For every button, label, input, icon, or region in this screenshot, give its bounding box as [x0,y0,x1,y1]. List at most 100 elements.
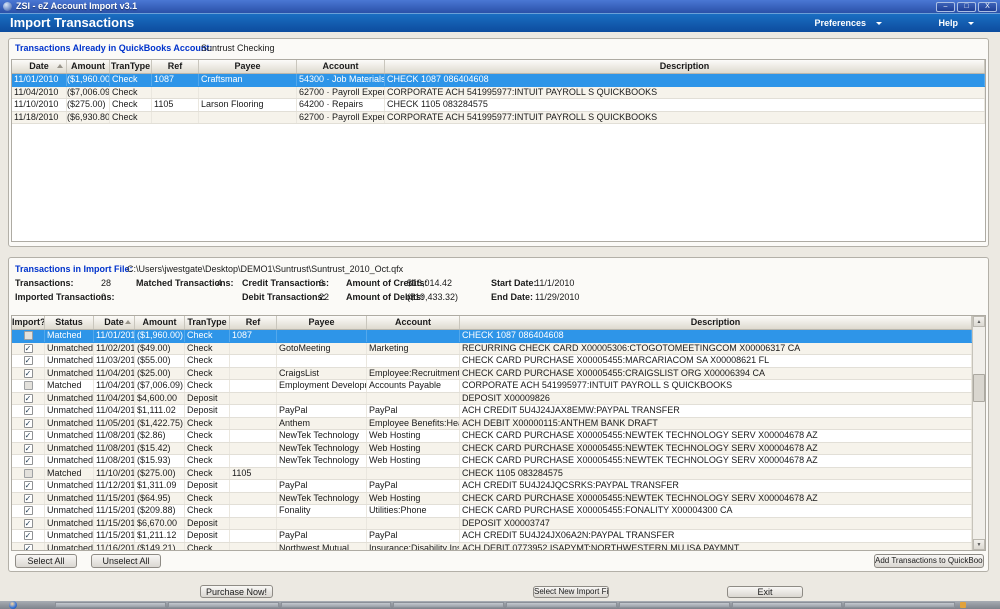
import-checkbox[interactable] [24,331,33,340]
column-header-payee[interactable]: Payee [199,60,297,73]
tray-icon[interactable] [960,602,966,608]
cell-import[interactable] [12,468,45,480]
table-row[interactable]: Matched11/01/2010($1,960.00)Check1087CHE… [12,330,972,343]
vertical-scrollbar[interactable]: ▲ ▼ [972,316,985,550]
table-row[interactable]: 11/10/2010($275.00)Check1105Larson Floor… [12,99,985,112]
cell-import[interactable]: ✓ [12,343,45,355]
scroll-down-icon[interactable]: ▼ [973,539,985,550]
column-header-description[interactable]: Description [460,316,972,329]
table-row[interactable]: 11/18/2010($6,930.80)Check62700 · Payrol… [12,112,985,125]
select-new-import-file-button[interactable]: Select New Import File [533,586,609,598]
column-header-ref[interactable]: Ref [230,316,277,329]
cell-import[interactable]: ✓ [12,405,45,417]
table-row[interactable]: ✓Unmatched11/02/2010($49.00)CheckGotoMee… [12,343,972,356]
import-checkbox[interactable] [24,381,33,390]
import-checkbox[interactable]: ✓ [24,431,33,440]
table-row[interactable]: ✓Unmatched11/15/2010($64.95)CheckNewTek … [12,493,972,506]
table-row[interactable]: ✓Unmatched11/05/2010($1,422.75)CheckAnth… [12,418,972,431]
taskbar-item[interactable] [844,602,955,608]
table-row[interactable]: ✓Unmatched11/08/2010($2.86)CheckNewTek T… [12,430,972,443]
close-button[interactable]: X [978,2,997,12]
import-checkbox[interactable]: ✓ [24,506,33,515]
table-row[interactable]: ✓Unmatched11/04/2010$1,111.02DepositPayP… [12,405,972,418]
table-row[interactable]: ✓Unmatched11/15/2010$6,670.00DepositDEPO… [12,518,972,531]
column-header-trantype[interactable]: TranType [110,60,152,73]
import-checkbox[interactable]: ✓ [24,494,33,503]
taskbar-item[interactable] [168,602,279,608]
table-row[interactable]: ✓Unmatched11/16/2010($149.21)CheckNorthw… [12,543,972,552]
scroll-up-icon[interactable]: ▲ [973,316,985,327]
cell-import[interactable]: ✓ [12,543,45,552]
cell-import[interactable]: ✓ [12,493,45,505]
cell-import[interactable]: ✓ [12,530,45,542]
table-row[interactable]: ✓Unmatched11/03/2010($55.00)CheckCHECK C… [12,355,972,368]
table-row[interactable]: Matched11/04/2010($7,006.09)CheckEmploym… [12,380,972,393]
table-row[interactable]: ✓Unmatched11/12/2010$1,311.09DepositPayP… [12,480,972,493]
import-checkbox[interactable]: ✓ [24,519,33,528]
import-checkbox[interactable]: ✓ [24,481,33,490]
cell-import[interactable]: ✓ [12,430,45,442]
cell-import[interactable]: ✓ [12,455,45,467]
menu-preferences[interactable]: Preferences [814,18,882,28]
column-header-amount[interactable]: Amount [135,316,185,329]
import-checkbox[interactable]: ✓ [24,544,33,552]
taskbar-item[interactable] [55,602,166,608]
add-transactions-to-quickbooks-button[interactable]: Add Transactions to QuickBooks [874,554,984,568]
column-header-trantype[interactable]: TranType [185,316,230,329]
cell-import[interactable] [12,380,45,392]
table-row[interactable]: 11/04/2010($7,006.09)Check62700 · Payrol… [12,87,985,100]
import-checkbox[interactable]: ✓ [24,419,33,428]
column-header-import[interactable]: Import? [12,316,45,329]
column-header-date[interactable]: Date [12,60,67,73]
table-row[interactable]: ✓Unmatched11/15/2010$1,211.12DepositPayP… [12,530,972,543]
cell-import[interactable]: ✓ [12,505,45,517]
column-header-account[interactable]: Account [297,60,385,73]
column-header-ref[interactable]: Ref [152,60,199,73]
table-row[interactable]: Matched11/10/2010($275.00)Check1105CHECK… [12,468,972,481]
menu-help[interactable]: Help [938,18,974,28]
table-row[interactable]: ✓Unmatched11/15/2010($209.88)CheckFonali… [12,505,972,518]
import-checkbox[interactable]: ✓ [24,406,33,415]
exit-button[interactable]: Exit [727,586,803,598]
column-header-payee[interactable]: Payee [277,316,367,329]
import-checkbox[interactable]: ✓ [24,444,33,453]
import-checkbox[interactable]: ✓ [24,369,33,378]
taskbar-item[interactable] [281,602,392,608]
cell-import[interactable]: ✓ [12,480,45,492]
cell-import[interactable]: ✓ [12,418,45,430]
taskbar-item[interactable] [393,602,504,608]
taskbar-items[interactable] [55,602,955,608]
table-row[interactable]: 11/01/2010($1,960.00)Check1087Craftsman5… [12,74,985,87]
taskbar[interactable] [0,601,1000,609]
taskbar-item[interactable] [732,602,843,608]
import-checkbox[interactable]: ✓ [24,356,33,365]
purchase-now-button[interactable]: Purchase Now! [200,585,273,598]
import-checkbox[interactable]: ✓ [24,394,33,403]
minimize-button[interactable]: – [936,2,955,12]
cell-import[interactable]: ✓ [12,443,45,455]
import-checkbox[interactable] [24,469,33,478]
taskbar-item[interactable] [506,602,617,608]
column-header-date[interactable]: Date [94,316,135,329]
import-checkbox[interactable]: ✓ [24,456,33,465]
column-header-amount[interactable]: Amount [67,60,110,73]
column-header-status[interactable]: Status [45,316,94,329]
table-row[interactable]: ✓Unmatched11/08/2010($15.93)CheckNewTek … [12,455,972,468]
taskbar-item[interactable] [619,602,730,608]
maximize-button[interactable]: □ [957,2,976,12]
cell-import[interactable]: ✓ [12,393,45,405]
import-checkbox[interactable]: ✓ [24,531,33,540]
cell-import[interactable]: ✓ [12,518,45,530]
column-header-account[interactable]: Account [367,316,460,329]
table-row[interactable]: ✓Unmatched11/08/2010($15.42)CheckNewTek … [12,443,972,456]
import-checkbox[interactable]: ✓ [24,344,33,353]
cell-import[interactable] [12,330,45,342]
column-header-description[interactable]: Description [385,60,985,73]
cell-import[interactable]: ✓ [12,368,45,380]
scrollbar-thumb[interactable] [973,374,985,402]
cell-import[interactable]: ✓ [12,355,45,367]
start-button-icon[interactable] [9,601,17,609]
unselect-all-button[interactable]: Unselect All [91,554,161,568]
table-row[interactable]: ✓Unmatched11/04/2010($25.00)CheckCraigsL… [12,368,972,381]
table-row[interactable]: ✓Unmatched11/04/2010$4,600.00DepositDEPO… [12,393,972,406]
